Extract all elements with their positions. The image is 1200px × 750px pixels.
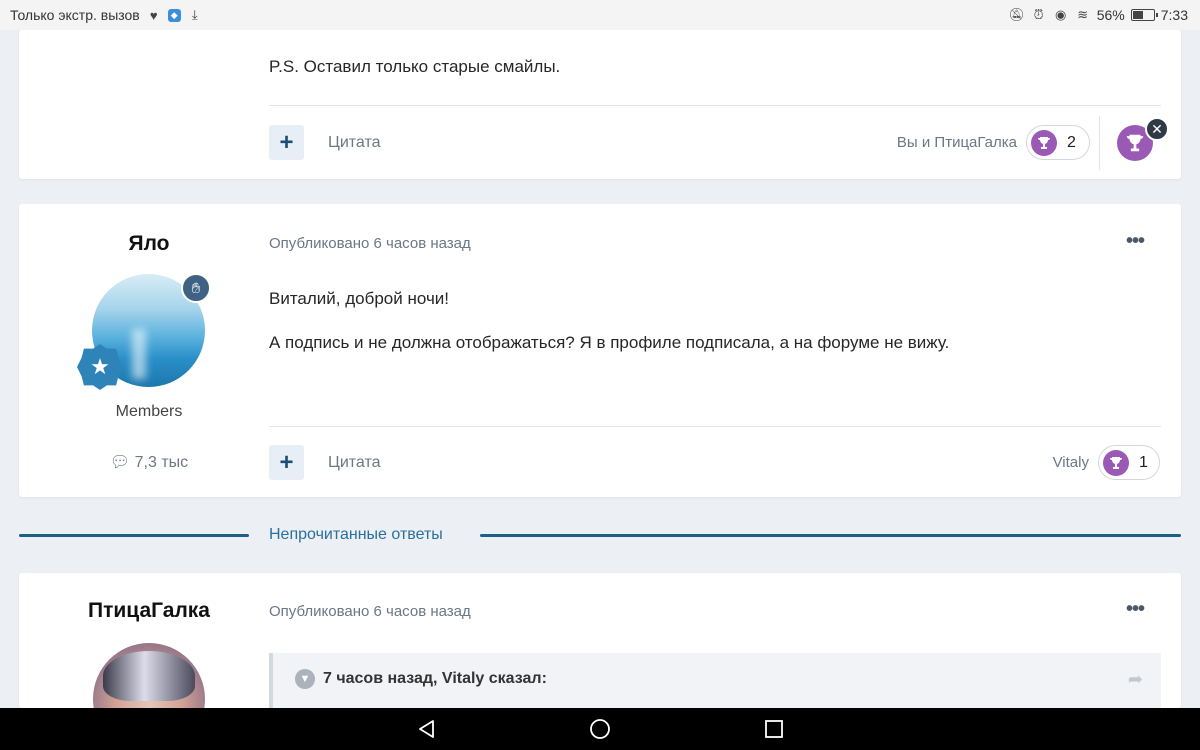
post-text: Виталий, доброй ночи! — [269, 289, 450, 308]
trophy-icon — [1103, 449, 1129, 476]
more-options-icon[interactable]: ••• — [1126, 598, 1145, 621]
multiquote-button[interactable]: + — [269, 125, 304, 160]
comment-icon: 💬︎ — [109, 454, 131, 471]
wifi-icon: ≋ — [1077, 7, 1089, 22]
divider-line-left — [19, 534, 249, 537]
reactions-names[interactable]: Vitaly — [1053, 454, 1089, 471]
trophy-icon — [1031, 129, 1057, 156]
navigation-bar — [0, 708, 1200, 750]
post-divider — [269, 105, 1161, 106]
hand-icon: ✋︎ — [181, 273, 211, 303]
home-icon[interactable] — [588, 717, 612, 741]
unread-replies-label: Непрочитанные ответы — [269, 526, 443, 543]
post-date[interactable]: Опубликовано 6 часов назад — [269, 603, 471, 620]
mute-icon: 🔕︎ — [1008, 7, 1025, 22]
author-name[interactable]: ПтицаГалка — [19, 599, 279, 623]
post-count-value: 7,3 тыс — [134, 454, 189, 471]
battery-icon — [1130, 9, 1158, 21]
heart-icon: ♥ — [149, 7, 158, 23]
author-name[interactable]: Яло — [19, 232, 279, 256]
more-options-icon[interactable]: ••• — [1126, 230, 1145, 253]
post-date[interactable]: Опубликовано 6 часов назад — [269, 235, 471, 252]
avatar-shine — [132, 329, 146, 379]
multiquote-button[interactable]: + — [269, 445, 304, 480]
reactions-names[interactable]: Вы и ПтицаГалка — [897, 134, 1017, 151]
alarm-icon: ⏰︎ — [1033, 7, 1044, 22]
post-card: ПтицаГалка Опубликовано 6 часов назад ••… — [19, 573, 1181, 708]
status-bar-right: 🔕︎ ⏰︎ ◉ ≋ 56% 7:33 — [1008, 7, 1188, 23]
reaction-count: 1 — [1139, 453, 1148, 471]
share-arrow-icon[interactable]: ➦ — [1128, 669, 1143, 690]
quote-block: ▼ 7 часов назад, Vitaly сказал: ➦ — [269, 653, 1161, 708]
reaction-count-pill[interactable]: 2 — [1026, 125, 1090, 160]
post-text: А подпись и не должна отображаться? Я в … — [269, 333, 950, 352]
chevron-down-icon[interactable]: ▼ — [295, 669, 315, 689]
post-card: P.S. Оставил только старые смайлы. + Цит… — [19, 30, 1181, 179]
quote-citation: 7 часов назад, Vitaly сказал: — [323, 670, 547, 687]
quote-button[interactable]: Цитата — [328, 454, 381, 472]
post-card: Яло ✋︎ ★ Members 💬︎ 7,3 тыс Опубликовано… — [19, 204, 1181, 497]
reaction-separator — [1099, 116, 1100, 170]
post-divider — [269, 426, 1161, 427]
shield-icon: ◆ — [167, 8, 181, 22]
clock: 7:33 — [1160, 7, 1188, 23]
reaction-count-pill[interactable]: 1 — [1098, 445, 1160, 480]
battery-fill — [1132, 11, 1144, 19]
status-bar-left: Только экстр. вызов ♥ ◆ ⤓ — [10, 7, 203, 23]
avatar[interactable] — [93, 643, 205, 708]
user-group: Members — [115, 403, 183, 420]
carrier-text: Только экстр. вызов — [10, 7, 140, 23]
battery-percent: 56% — [1096, 7, 1125, 23]
divider-line-right — [480, 534, 1181, 537]
status-bar: Только экстр. вызов ♥ ◆ ⤓ 🔕︎ ⏰︎ ◉ ≋ 56% … — [0, 0, 1200, 30]
back-icon[interactable] — [414, 717, 438, 741]
post-text: P.S. Оставил только старые смайлы. — [269, 57, 561, 76]
quote-header[interactable]: ▼ 7 часов назад, Vitaly сказал: — [295, 669, 547, 689]
eye-icon: ◉ — [1055, 7, 1067, 22]
reaction-count: 2 — [1067, 133, 1076, 151]
download-icon: ⤓ — [191, 7, 198, 22]
star-badge-icon: ★ — [77, 344, 123, 390]
remove-reaction-close-icon[interactable]: ✕ — [1145, 117, 1169, 141]
quote-button[interactable]: Цитата — [328, 134, 381, 152]
avatar-hair — [103, 651, 195, 701]
recents-icon[interactable] — [762, 717, 786, 741]
post-count: 💬︎ 7,3 тыс — [19, 452, 279, 472]
